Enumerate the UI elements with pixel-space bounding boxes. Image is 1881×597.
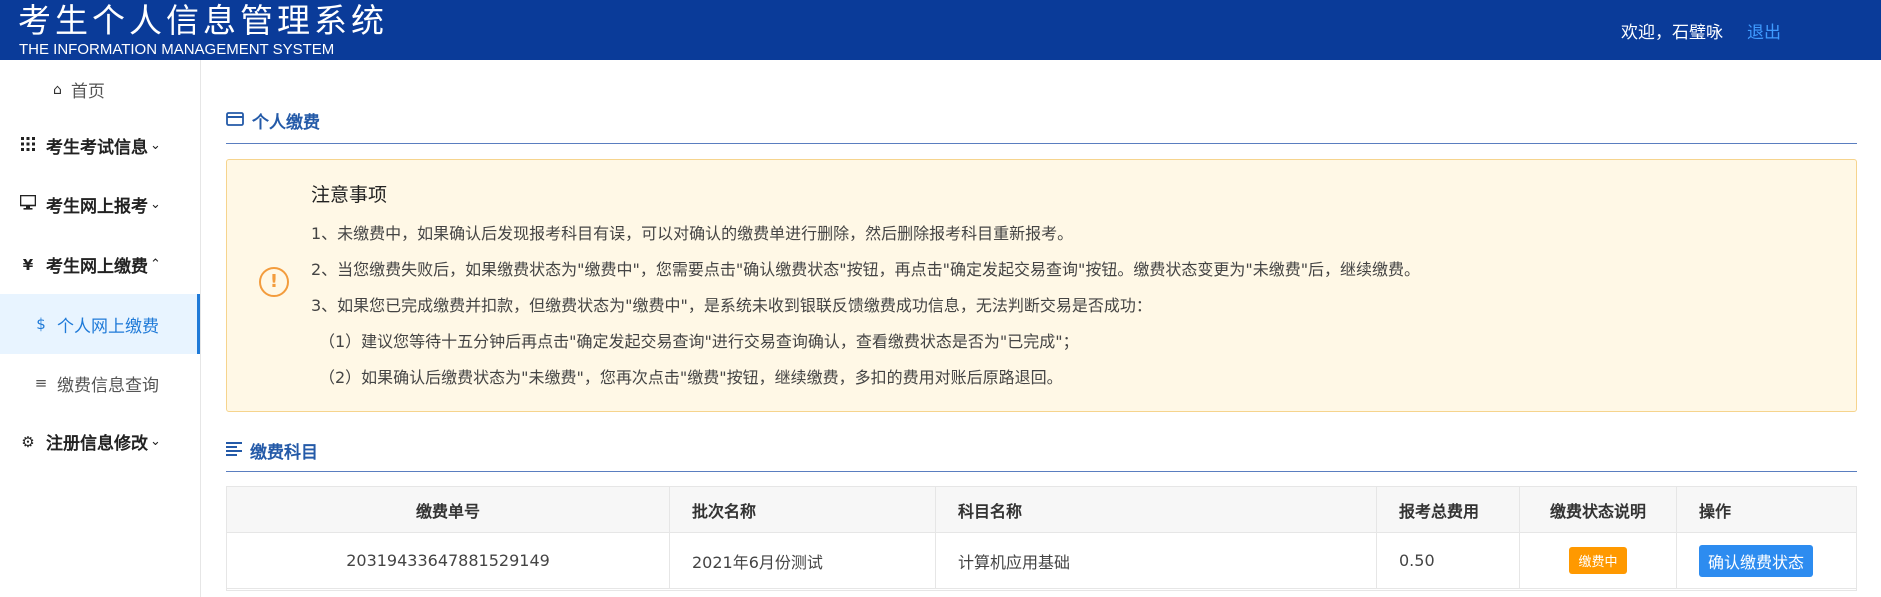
dollar-icon: $ — [36, 315, 46, 333]
column-header: 批次名称 — [670, 487, 936, 532]
sidebar-group-online-payment[interactable]: ¥ 考生网上缴费 ⌃ — [18, 252, 161, 278]
chevron-down-icon: ⌄ — [150, 138, 161, 153]
cell-fee: 0.50 — [1377, 533, 1520, 588]
sidebar-group-register-edit[interactable]: ⚙ 注册信息修改 ⌄ — [18, 429, 161, 455]
sidebar-item-label: 首页 — [70, 82, 105, 102]
chevron-up-icon: ⌃ — [150, 257, 161, 272]
sidebar-item-label: 个人网上缴费 — [57, 316, 159, 337]
column-header: 报考总费用 — [1377, 487, 1520, 532]
payment-table: 缴费单号 批次名称 科目名称 报考总费用 缴费状态说明 操作 203194336… — [226, 486, 1857, 591]
section-title-payment: 个人缴费 — [226, 108, 320, 133]
grid-icon — [18, 136, 38, 155]
column-header: 缴费单号 — [227, 487, 670, 532]
notice-line: 3、如果您已完成缴费并扣款，但缴费状态为"缴费中"，是系统未收到银联反馈缴费成功… — [311, 296, 1152, 315]
notice-title: 注意事项 — [311, 184, 388, 206]
sidebar-group-online-register[interactable]: 考生网上报考 ⌄ — [18, 192, 161, 217]
cell-status: 缴费中 — [1520, 533, 1677, 588]
notice-line: 2、当您缴费失败后，如果缴费状态为"缴费中"，您需要点击"确认缴费状态"按钮，再… — [311, 260, 1421, 279]
cell-subject: 计算机应用基础 — [936, 533, 1377, 588]
table-header: 缴费单号 批次名称 科目名称 报考总费用 缴费状态说明 操作 — [227, 487, 1856, 533]
table-row: 20319433647881529149 2021年6月份测试 计算机应用基础 … — [227, 533, 1856, 589]
system-subtitle: THE INFORMATION MANAGEMENT SYSTEM — [19, 41, 335, 58]
sidebar-group-label: 考生网上缴费 — [46, 257, 148, 277]
chevron-down-icon: ⌄ — [150, 434, 161, 449]
welcome-text: 欢迎，石璧咏 — [1621, 23, 1723, 43]
cell-order-no: 20319433647881529149 — [227, 533, 670, 588]
cell-action: 确认缴费状态 — [1677, 533, 1856, 588]
notice-panel: ! 注意事项 1、未缴费中，如果确认后发现报考科目有误，可以对确认的缴费单进行删… — [226, 159, 1857, 412]
section-divider — [226, 471, 1857, 472]
home-icon: ⌂ — [53, 81, 62, 98]
sidebar-item-personal-payment[interactable]: $ 个人网上缴费 — [0, 294, 200, 354]
system-title: 考生个人信息管理系统 — [18, 1, 388, 40]
sidebar: ⌂ 首页 考生考试信息 ⌄ 考生网上报考 ⌄ ¥ 考生网上缴费 ⌃ $ 个人网上… — [0, 60, 201, 597]
sidebar-item-label: 缴费信息查询 — [57, 375, 159, 396]
gear-icon: ⚙ — [21, 432, 35, 451]
notice-line: （1）建议您等待十五分钟后再点击"确定发起交易查询"进行交易查询确认，查看缴费状… — [319, 332, 1079, 351]
top-header: 考生个人信息管理系统 THE INFORMATION MANAGEMENT SY… — [0, 0, 1881, 60]
sidebar-item-home[interactable]: ⌂ 首页 — [53, 77, 105, 103]
column-header: 操作 — [1699, 501, 1732, 521]
section-title-text: 缴费科目 — [250, 443, 318, 463]
sidebar-group-exam-info[interactable]: 考生考试信息 ⌄ — [18, 133, 161, 158]
cell-batch: 2021年6月份测试 — [670, 533, 936, 588]
column-header: 缴费状态说明 — [1520, 487, 1677, 532]
warning-icon: ! — [259, 267, 289, 297]
notice-line: 1、未缴费中，如果确认后发现报考科目有误，可以对确认的缴费单进行删除，然后删除报… — [311, 224, 1074, 243]
section-title-subjects: 缴费科目 — [226, 438, 318, 463]
monitor-icon — [18, 194, 38, 214]
sidebar-item-payment-query[interactable]: ≡ 缴费信息查询 — [0, 353, 200, 413]
confirm-payment-status-button[interactable]: 确认缴费状态 — [1699, 544, 1814, 577]
section-title-text: 个人缴费 — [252, 113, 320, 133]
card-icon — [226, 111, 244, 131]
list-icon: ≡ — [34, 374, 48, 392]
sidebar-group-label: 注册信息修改 — [46, 434, 148, 454]
logout-link[interactable]: 退出 — [1747, 18, 1781, 43]
align-left-icon — [226, 441, 242, 461]
yen-icon: ¥ — [22, 255, 34, 274]
sidebar-group-label: 考生考试信息 — [46, 138, 148, 158]
chevron-down-icon: ⌄ — [150, 197, 161, 212]
notice-line: （2）如果确认后缴费状态为"未缴费"，您再次点击"缴费"按钮，继续缴费，多扣的费… — [319, 368, 1063, 387]
sidebar-group-label: 考生网上报考 — [46, 197, 148, 217]
status-badge: 缴费中 — [1569, 547, 1627, 574]
column-header: 科目名称 — [936, 487, 1377, 532]
section-divider — [226, 143, 1857, 144]
